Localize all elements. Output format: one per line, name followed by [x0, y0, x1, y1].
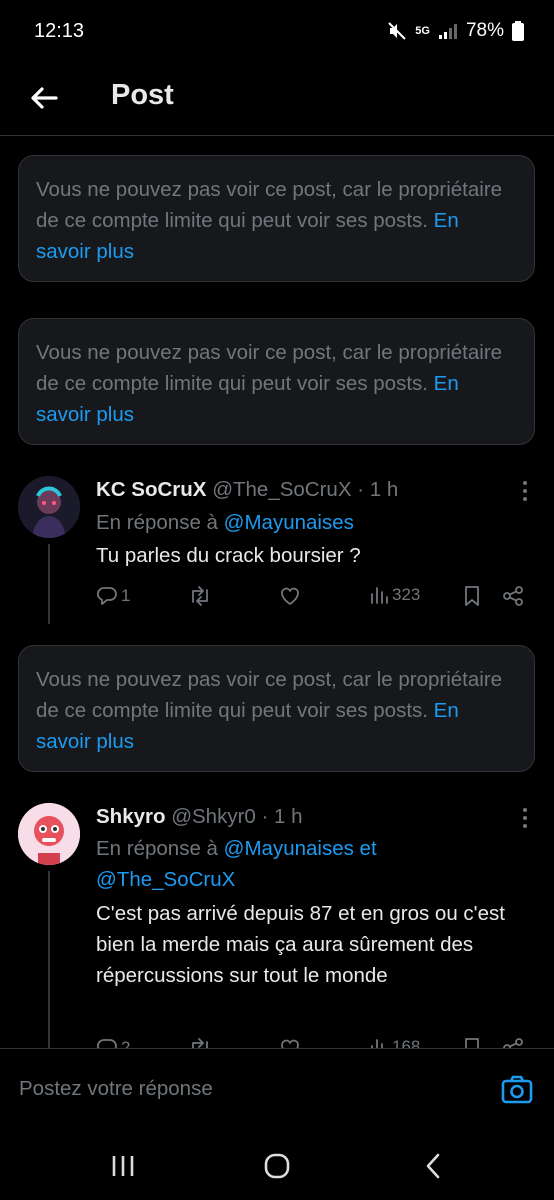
- retweet-button[interactable]: [188, 585, 212, 607]
- retweet-icon: [192, 586, 208, 606]
- thread-line: [48, 871, 50, 1048]
- avatar[interactable]: [18, 803, 80, 865]
- mention-link[interactable]: @The_SoCruX: [96, 868, 235, 891]
- views-icon: [371, 587, 388, 604]
- reply-button[interactable]: 2: [96, 1037, 130, 1048]
- network-label: 5G: [415, 25, 430, 37]
- tweet-actions: 2 168: [96, 1037, 536, 1048]
- avatar-image: [18, 476, 80, 538]
- tweet[interactable]: KC SoCruX @The_SoCruX · 1 h En réponse à…: [0, 460, 554, 630]
- tweet-actions: 1 323: [96, 585, 536, 615]
- page-title: Post: [111, 79, 174, 111]
- system-nav-bar: [0, 1134, 554, 1200]
- back-button[interactable]: [26, 80, 62, 116]
- reply-icon: [96, 1039, 117, 1048]
- bookmark-icon: [465, 1038, 479, 1048]
- more-icon[interactable]: [520, 807, 530, 829]
- retweet-button[interactable]: [188, 1037, 212, 1048]
- share-icon: [503, 586, 523, 606]
- bookmark-button[interactable]: [462, 585, 482, 607]
- bookmark-button[interactable]: [462, 1037, 482, 1048]
- home-icon: [264, 1153, 290, 1179]
- reply-prefix: En réponse à: [96, 511, 218, 534]
- avatar-image: [18, 803, 80, 865]
- tweet-header: KC SoCruX @The_SoCruX · 1 h: [96, 478, 398, 502]
- status-time: 12:13: [34, 20, 85, 42]
- mention-link[interactable]: @Mayunaises et: [224, 837, 377, 860]
- home-button[interactable]: [261, 1150, 293, 1182]
- thread-line: [48, 544, 50, 624]
- like-button[interactable]: [279, 1037, 301, 1048]
- restricted-post-card: Vous ne pouvez pas voir ce post, car le …: [18, 155, 535, 282]
- tweet[interactable]: Shkyro @Shkyr0 · 1 h En réponse à @Mayun…: [0, 787, 554, 1048]
- recents-icon: [112, 1156, 134, 1176]
- battery-level: 78%: [465, 20, 504, 41]
- back-icon: [426, 1153, 440, 1179]
- views-button[interactable]: 168: [369, 1037, 420, 1048]
- share-button[interactable]: [502, 1037, 524, 1048]
- reply-count: 1: [121, 586, 131, 605]
- views-icon: [371, 1039, 383, 1048]
- reply-context: En réponse à @Mayunaises et @The_SoCruX: [96, 833, 377, 895]
- retweet-icon: [192, 1038, 208, 1048]
- reply-context: En réponse à @Mayunaises: [96, 507, 354, 538]
- reply-prefix: En réponse à: [96, 837, 218, 860]
- system-back-button[interactable]: [418, 1150, 450, 1182]
- restricted-post-card: Vous ne pouvez pas voir ce post, car le …: [18, 645, 535, 772]
- views-count: 323: [392, 585, 421, 604]
- signal-icon: [438, 24, 457, 39]
- timestamp: · 1 h: [357, 478, 399, 501]
- like-button[interactable]: [279, 585, 301, 607]
- mention-link[interactable]: @Mayunaises: [224, 511, 354, 534]
- mute-icon: [388, 22, 406, 40]
- views-button[interactable]: 323: [369, 585, 420, 605]
- like-icon: [281, 587, 299, 605]
- recents-button[interactable]: [107, 1150, 139, 1182]
- status-icons: 5G 78%: [387, 20, 524, 42]
- reply-input[interactable]: Postez votre réponse: [19, 1077, 213, 1101]
- status-bar: 12:13 5G 78%: [0, 0, 554, 64]
- restricted-notice-text: Vous ne pouvez pas voir ce post, car le …: [36, 341, 503, 395]
- restricted-post-card: Vous ne pouvez pas voir ce post, car le …: [18, 318, 535, 445]
- display-name[interactable]: Shkyro: [96, 805, 166, 828]
- display-name[interactable]: KC SoCruX: [96, 478, 206, 501]
- restricted-notice-text: Vous ne pouvez pas voir ce post, car le …: [36, 668, 503, 722]
- share-button[interactable]: [502, 585, 524, 607]
- camera-icon: [501, 1075, 533, 1104]
- reply-button[interactable]: 1: [96, 585, 130, 607]
- back-arrow-icon: [31, 87, 58, 109]
- top-app-bar: Post: [0, 64, 554, 136]
- tweet-text: C'est pas arrivé depuis 87 et en gros ou…: [96, 902, 505, 987]
- reply-count: 2: [121, 1038, 131, 1048]
- views-count: 168: [392, 1037, 421, 1048]
- battery-icon: [512, 21, 524, 41]
- restricted-notice-text: Vous ne pouvez pas voir ce post, car le …: [36, 178, 503, 232]
- camera-button[interactable]: [500, 1073, 534, 1107]
- reply-composer[interactable]: Postez votre réponse: [0, 1048, 554, 1134]
- share-icon: [503, 1038, 523, 1048]
- tweet-text: Tu parles du crack boursier ?: [96, 544, 361, 567]
- tweet-header: Shkyro @Shkyr0 · 1 h: [96, 805, 303, 829]
- handle[interactable]: @Shkyr0: [171, 805, 256, 828]
- handle[interactable]: @The_SoCruX: [212, 478, 351, 501]
- more-icon[interactable]: [520, 480, 530, 502]
- like-icon: [281, 1039, 299, 1048]
- reply-icon: [96, 587, 117, 605]
- avatar[interactable]: [18, 476, 80, 538]
- timestamp: · 1 h: [261, 805, 303, 828]
- bookmark-icon: [465, 586, 479, 606]
